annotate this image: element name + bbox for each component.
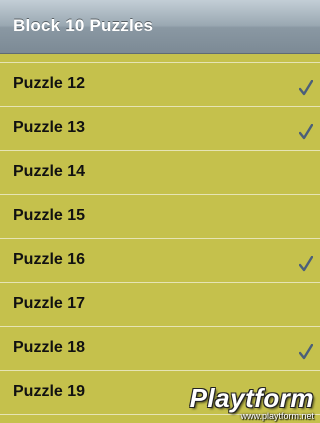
puzzle-label: Puzzle 18 bbox=[13, 339, 86, 356]
puzzle-row[interactable]: Puzzle 14 bbox=[0, 151, 320, 195]
list-top-strip bbox=[0, 55, 320, 63]
puzzle-row[interactable]: Puzzle 16 bbox=[0, 239, 320, 283]
puzzle-row[interactable]: Puzzle 17 bbox=[0, 283, 320, 327]
playtform-url: www.playtform.net bbox=[240, 411, 314, 421]
puzzle-label: Puzzle 16 bbox=[13, 251, 86, 268]
checkmark-icon bbox=[299, 124, 313, 140]
puzzle-label: Puzzle 15 bbox=[13, 207, 86, 224]
playtform-watermark: Playtform www.playtform.net bbox=[158, 385, 314, 421]
playtform-logo: Playtform bbox=[189, 383, 314, 413]
puzzle-label: Puzzle 13 bbox=[13, 119, 86, 136]
puzzle-label: Puzzle 17 bbox=[13, 295, 86, 312]
puzzle-row[interactable]: Puzzle 13 bbox=[0, 107, 320, 151]
checkmark-icon bbox=[299, 80, 313, 96]
navigation-bar: Block 10 Puzzles bbox=[0, 0, 320, 54]
puzzle-row[interactable]: Puzzle 12 bbox=[0, 63, 320, 107]
puzzle-list: Puzzle 12 Puzzle 13 Puzzle 14 Puzzle 15 Puzz… bbox=[0, 55, 320, 415]
puzzle-label: Puzzle 12 bbox=[13, 75, 86, 92]
checkmark-icon bbox=[299, 344, 313, 360]
puzzle-label: Puzzle 19 bbox=[13, 383, 86, 400]
puzzle-label: Puzzle 14 bbox=[13, 163, 86, 180]
checkmark-icon bbox=[299, 256, 313, 272]
page-title: Block 10 Puzzles bbox=[13, 16, 154, 35]
puzzle-row[interactable]: Puzzle 15 bbox=[0, 195, 320, 239]
puzzle-row[interactable]: Puzzle 18 bbox=[0, 327, 320, 371]
